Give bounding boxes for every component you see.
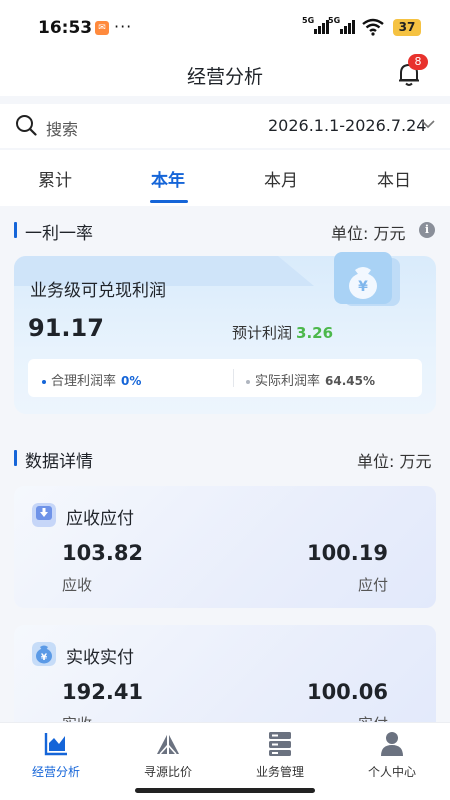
card-title: 实收实付 xyxy=(66,648,134,668)
arrow-down-icon xyxy=(32,503,56,527)
tab-this-year[interactable]: 本年 xyxy=(151,166,185,191)
received-value: 192.41 xyxy=(62,680,144,704)
wifi-icon xyxy=(362,18,384,36)
profit-rate-panel: 合理利润率 0% 实际利润率 64.45% xyxy=(28,359,422,397)
paid-value: 100.06 xyxy=(306,680,388,704)
chart-icon xyxy=(44,733,67,756)
profit-label: 业务级可兑现利润 xyxy=(30,281,166,301)
section-title-profit: 一利一率 xyxy=(14,219,93,244)
search-icon[interactable] xyxy=(15,114,37,136)
actual-rate: 实际利润率 64.45% xyxy=(246,370,375,389)
signal-icon-2: 5G xyxy=(328,16,355,34)
receivable-value: 103.82 xyxy=(62,541,144,565)
svg-text:¥: ¥ xyxy=(358,279,368,295)
tab-this-month[interactable]: 本月 xyxy=(264,166,298,191)
user-icon xyxy=(381,732,403,756)
status-bar: 16:53 ✉ ··· 5G 5G 37 xyxy=(0,0,450,54)
app-notification-icon: ✉ xyxy=(95,21,109,35)
receivable-payable-card[interactable]: 应收应付 103.82 100.19 应收 应付 xyxy=(14,486,436,608)
status-more: ··· xyxy=(114,17,133,36)
section-title-details: 数据详情 xyxy=(14,447,93,472)
active-tab-indicator xyxy=(150,200,188,203)
page-title: 经营分析 xyxy=(186,66,263,88)
receivable-label: 应收 xyxy=(62,576,93,594)
date-range-picker[interactable]: 2026.1.1-2026.7.24 xyxy=(268,116,426,135)
tab-cumulative[interactable]: 累计 xyxy=(38,166,72,191)
server-icon xyxy=(269,732,291,756)
home-indicator xyxy=(135,788,315,793)
nav-sourcing-comparison[interactable]: 寻源比价 xyxy=(112,723,224,785)
app-header: 经营分析 8 xyxy=(0,54,450,96)
search-input[interactable]: 搜索 xyxy=(46,116,78,140)
period-tabs: 累计 本年 本月 本日 xyxy=(0,150,450,206)
payable-value: 100.19 xyxy=(306,541,388,565)
card-title: 应收应付 xyxy=(66,509,134,529)
profit-unit-label: 单位: 万元 xyxy=(331,224,406,243)
triangle-icon xyxy=(157,733,179,755)
money-bag-icon: ¥ xyxy=(334,252,400,306)
estimated-profit-value: 3.26 xyxy=(296,324,334,342)
battery-icon: 37 xyxy=(393,19,421,36)
nav-business-management[interactable]: 业务管理 xyxy=(224,723,336,785)
estimated-profit: 预计利润 3.26 xyxy=(232,324,334,342)
payable-label: 应付 xyxy=(357,576,388,594)
profit-value: 91.17 xyxy=(28,314,104,342)
status-time: 16:53 xyxy=(38,18,93,38)
money-bag-icon: ¥ xyxy=(32,642,56,666)
reasonable-rate: 合理利润率 0% xyxy=(42,370,141,389)
notification-badge: 8 xyxy=(408,54,428,70)
details-unit-label: 单位: 万元 xyxy=(357,452,432,471)
tab-today[interactable]: 本日 xyxy=(377,166,411,191)
info-icon[interactable]: i xyxy=(419,222,435,238)
signal-icon: 5G xyxy=(302,16,329,34)
chevron-down-icon[interactable] xyxy=(421,119,435,129)
nav-business-analysis[interactable]: 经营分析 xyxy=(0,723,112,785)
search-bar: 搜索 2026.1.1-2026.7.24 xyxy=(0,104,450,148)
nav-personal-center[interactable]: 个人中心 xyxy=(336,723,448,785)
svg-text:¥: ¥ xyxy=(41,653,48,663)
